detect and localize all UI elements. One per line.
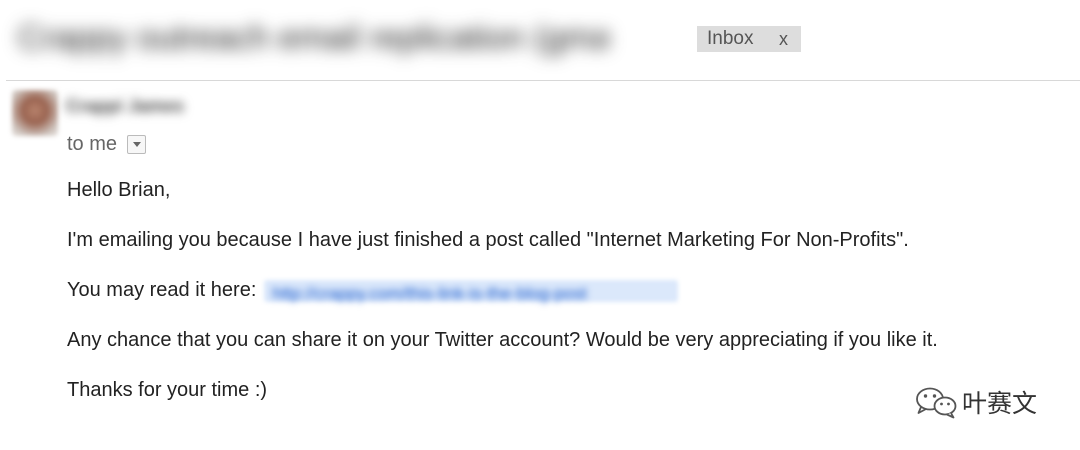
label-text: Inbox <box>707 28 754 49</box>
subject-bar: Crappy outreach email replication (gmail… <box>0 0 1080 80</box>
inbox-label-chip[interactable]: Inbox x <box>697 26 801 52</box>
link-prefix-text: You may read it here: <box>67 279 257 301</box>
recipient-text: to me <box>67 133 118 155</box>
email-view: Crappy outreach email replication (gmail… <box>0 0 1080 450</box>
watermark: 叶赛文 <box>912 384 1037 420</box>
header-divider <box>6 80 1080 81</box>
email-link-line: You may read it here: http://crappy.com/t… <box>67 278 679 303</box>
post-link[interactable]: http://crappy.com/this-link-is-the-blog-… <box>264 279 679 303</box>
recipient-line: to me <box>67 133 147 156</box>
wechat-icon <box>916 387 957 419</box>
post-link-text[interactable]: http://crappy.com/this-link-is-the-blog-… <box>272 282 586 306</box>
email-greeting: Hello Brian, <box>67 179 171 201</box>
email-body-line: I'm emailing you because I have just fin… <box>67 229 909 251</box>
email-signoff: Thanks for your time :) <box>67 379 268 401</box>
chevron-down-icon <box>132 142 141 147</box>
show-details-button[interactable] <box>127 135 147 154</box>
watermark-text: 叶赛文 <box>962 389 1038 418</box>
sender-name[interactable]: Crappi James <box>66 96 184 117</box>
email-subject: Crappy outreach email replication (gmail… <box>18 18 608 57</box>
sender-avatar[interactable] <box>12 90 58 136</box>
remove-label-button[interactable]: x <box>779 26 788 52</box>
email-request-line: Any chance that you can share it on your… <box>67 329 938 351</box>
